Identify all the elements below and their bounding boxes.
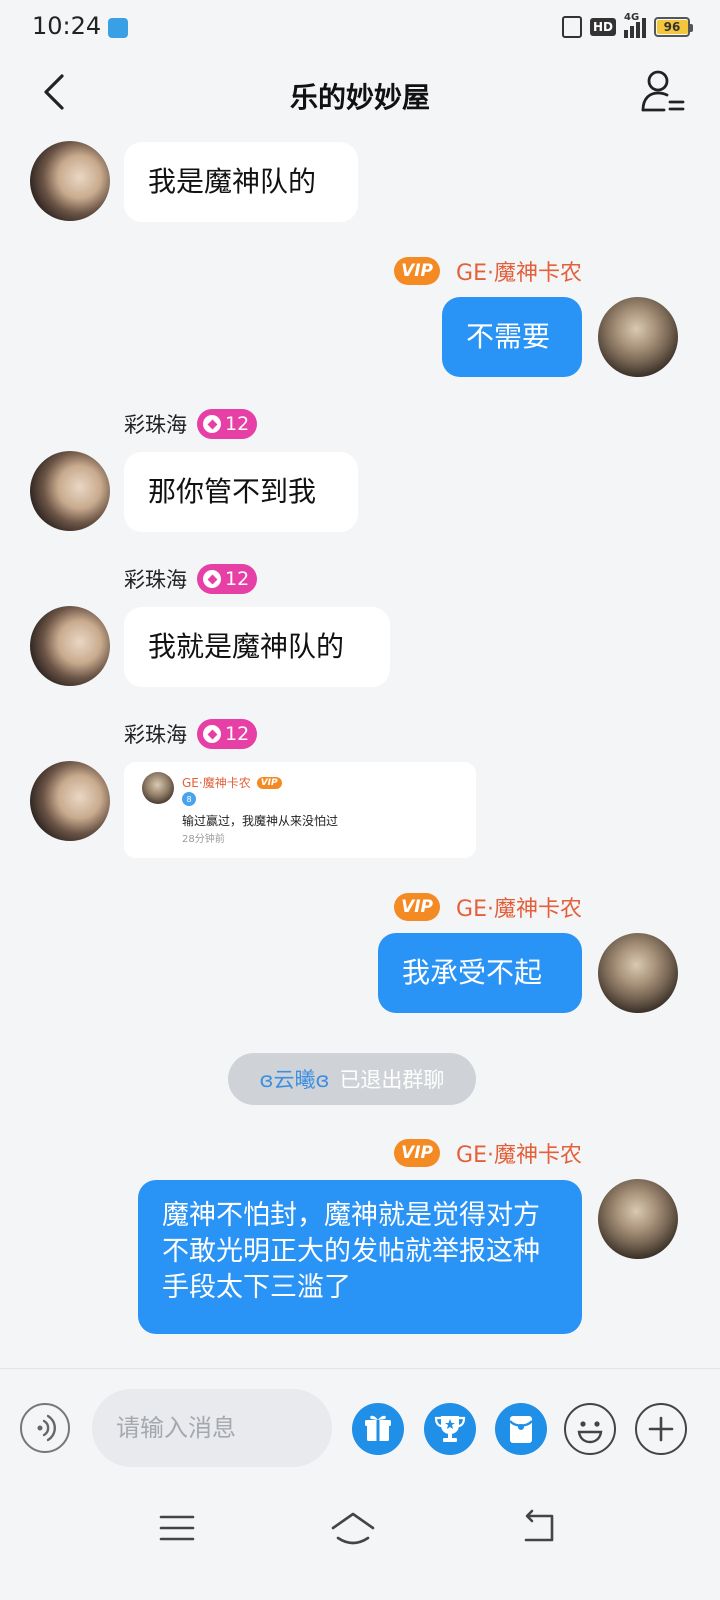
card-level-badge: 8 <box>182 792 196 806</box>
network-type: 4G <box>624 12 640 23</box>
back-nav-icon[interactable] <box>518 1508 560 1548</box>
sender-label: VIP GE·魔神卡农 <box>394 1137 582 1169</box>
vip-badge: VIP <box>394 257 441 285</box>
shared-post-card[interactable]: GE·魔神卡农 VIP 8 输过赢过，我魔神从来没怕过 28分钟前 <box>124 762 476 858</box>
card-time: 28分钟前 <box>182 834 225 845</box>
sender-name: GE·魔神卡农 <box>456 261 582 286</box>
battery-icon: 96 <box>654 17 693 37</box>
sender-label: VIP GE·魔神卡农 <box>394 255 582 287</box>
message-input[interactable] <box>92 1389 332 1467</box>
red-packet-button[interactable] <box>495 1403 547 1455</box>
message-bubble[interactable]: 我承受不起 <box>378 933 582 1013</box>
sender-name: 彩珠海 <box>124 723 187 747</box>
plus-icon <box>648 1416 674 1442</box>
hd-icon: HD <box>589 18 616 36</box>
voice-button[interactable] <box>20 1403 70 1453</box>
battery-level: 96 <box>663 20 681 34</box>
avatar[interactable] <box>30 451 110 531</box>
avatar[interactable] <box>598 297 678 377</box>
status-bar: 10:24 HD 4G 96 <box>0 0 720 56</box>
gift-icon <box>365 1415 391 1441</box>
vip-badge: VIP <box>394 893 441 921</box>
sender-label: 彩珠海 12 <box>124 719 258 749</box>
level-badge: 12 <box>197 409 258 439</box>
vip-badge: VIP <box>256 776 282 789</box>
voice-icon <box>37 1414 56 1442</box>
diamond-icon <box>203 725 221 743</box>
level-badge: 12 <box>197 564 258 594</box>
user-list-icon <box>641 70 685 112</box>
vip-badge: VIP <box>394 1139 441 1167</box>
message-bubble[interactable]: 我是魔神队的 <box>124 142 358 222</box>
avatar[interactable] <box>30 141 110 221</box>
system-nav-bar <box>0 1490 720 1600</box>
notice-text: 已退出群聊 <box>339 1068 445 1092</box>
sender-label: VIP GE·魔神卡农 <box>394 891 582 923</box>
message-bubble[interactable]: 我就是魔神队的 <box>124 607 390 687</box>
trophy-button[interactable] <box>424 1403 476 1455</box>
gift-button[interactable] <box>352 1403 404 1455</box>
message-bubble[interactable]: 魔神不怕封，魔神就是觉得对方不敢光明正大的发帖就举报这种手段太下三滥了 <box>138 1180 582 1334</box>
input-bar <box>0 1368 720 1486</box>
message-bubble[interactable]: 不需要 <box>442 297 582 377</box>
sender-name: 彩珠海 <box>124 568 187 592</box>
app-notification-icon <box>108 18 128 38</box>
red-packet-icon <box>509 1416 533 1443</box>
more-button[interactable] <box>635 1403 687 1455</box>
home-icon[interactable] <box>328 1508 378 1548</box>
card-text: 输过赢过，我魔神从来没怕过 <box>182 814 339 828</box>
signal-icon: 4G <box>624 12 646 38</box>
sender-label: 彩珠海 12 <box>124 564 258 594</box>
avatar[interactable] <box>30 761 110 841</box>
diamond-icon <box>203 570 221 588</box>
card-avatar <box>142 772 174 804</box>
avatar[interactable] <box>598 1179 678 1259</box>
avatar[interactable] <box>30 606 110 686</box>
diamond-icon <box>203 415 221 433</box>
status-time: 10:24 <box>32 12 102 40</box>
sender-name: GE·魔神卡农 <box>456 897 582 922</box>
menu-icon[interactable] <box>158 1512 196 1544</box>
sender-name: GE·魔神卡农 <box>456 1143 582 1168</box>
system-notice: ɞ云曦ɞ 已退出群聊 <box>228 1053 476 1105</box>
emoji-button[interactable] <box>564 1403 616 1455</box>
vibrate-icon <box>561 16 582 38</box>
page-title: 乐的妙妙屋 <box>289 81 430 114</box>
group-members-button[interactable] <box>640 68 686 114</box>
sender-name: 彩珠海 <box>124 413 187 437</box>
emoji-icon <box>577 1421 603 1444</box>
avatar[interactable] <box>598 933 678 1013</box>
status-icons: HD 4G 96 <box>561 12 693 38</box>
card-author: GE·魔神卡农 VIP <box>182 774 282 791</box>
message-bubble[interactable]: 那你管不到我 <box>124 452 358 532</box>
notice-user: ɞ云曦ɞ <box>259 1068 330 1092</box>
trophy-icon <box>434 1416 466 1442</box>
level-badge: 12 <box>197 719 258 749</box>
sender-label: 彩珠海 12 <box>124 409 258 439</box>
chat-header: 乐的妙妙屋 <box>0 60 720 124</box>
